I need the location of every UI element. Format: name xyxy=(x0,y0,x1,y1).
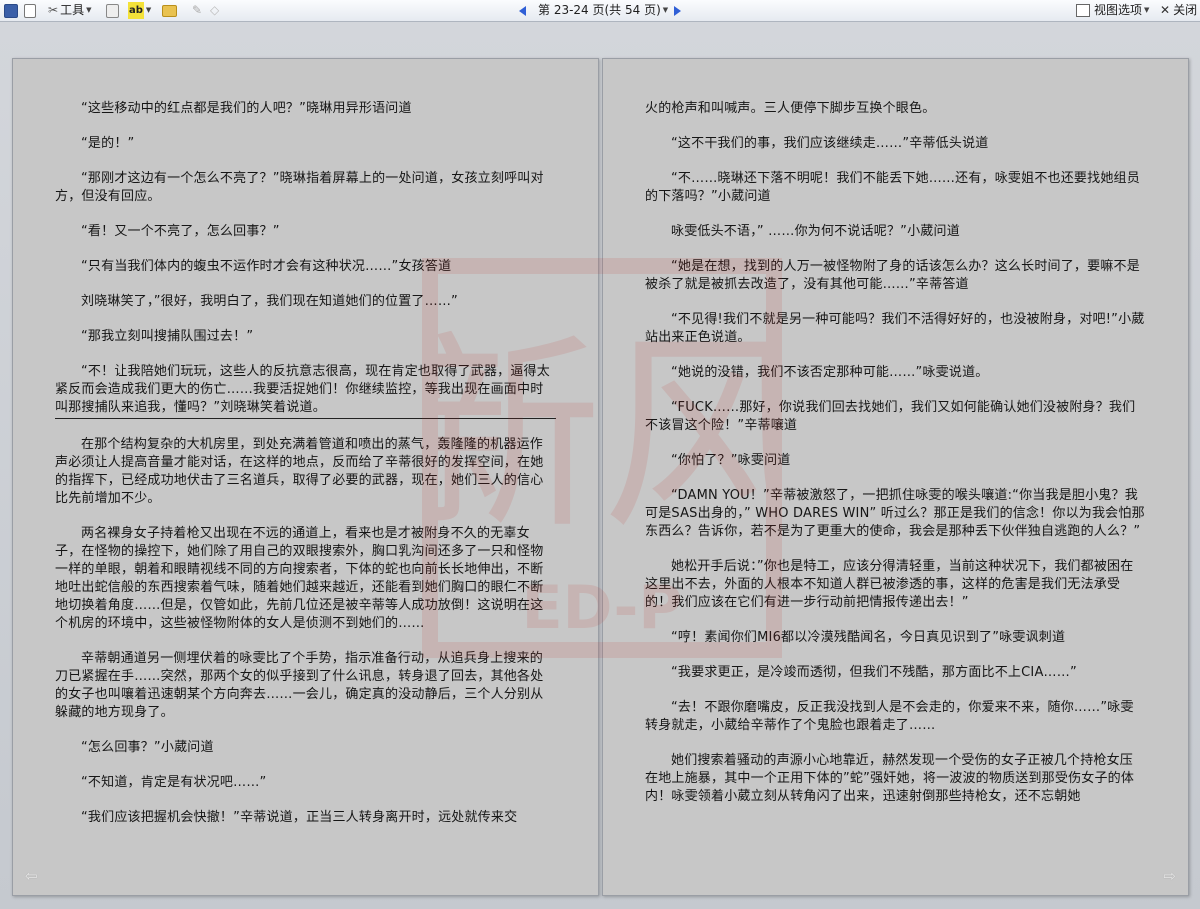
paragraph: 火的枪声和叫喊声。三人便停下脚步互换个眼色。 xyxy=(645,101,936,116)
paragraph: 两名裸身女子持着枪又出现在不远的通道上，看来也是才被附身不久的无辜女子，在怪物的… xyxy=(55,526,544,631)
close-label: 关闭 xyxy=(1173,3,1198,17)
left-page-text: “这些移动中的红点都是我们的人吧？”晓琳用异形语问道 “是的！” “那刚才这边有… xyxy=(55,100,556,844)
paragraph: “怎么回事？”小葳问道 xyxy=(81,740,214,755)
edit-button[interactable]: ✎ xyxy=(192,2,202,19)
right-page-text: 火的枪声和叫喊声。三人便停下脚步互换个眼色。 “这不干我们的事，我们应该继续走…… xyxy=(645,100,1146,823)
tools-icon: ✂ xyxy=(48,3,59,17)
reading-workspace: “这些移动中的红点都是我们的人吧？”晓琳用异形语问道 “是的！” “那刚才这边有… xyxy=(0,22,1200,909)
paragraph: “不……晓琳还下落不明呢！我们不能丢下她……还有，咏雯姐不也还要找她组员的下落吗… xyxy=(645,171,1140,204)
paragraph: 她们搜索着骚动的声源小心地靠近，赫然发现一个受伤的女子正被几个持枪女压在地上施暴… xyxy=(645,753,1135,804)
eraser-icon: ◇ xyxy=(210,3,220,17)
chevron-down-icon: ▼ xyxy=(145,6,152,14)
paragraph: 她松开手后说：”你也是特工，应该分得清轻重，当前这种状况下，我们都被困在这里出不… xyxy=(645,559,1134,610)
chevron-down-icon: ▼ xyxy=(1144,6,1150,14)
paragraph: “这不干我们的事，我们应该继续走……”辛蒂低头说道 xyxy=(671,136,989,151)
pencil-icon: ✎ xyxy=(192,3,203,17)
paragraph: “去！不跟你磨嘴皮，反正我没找到人是不会走的，你爱来不来，随你……”咏雯转身就走… xyxy=(645,700,1134,733)
paragraph: “我要求更正，是冷竣而透彻，但我们不残酷，那方面比不上CIA……” xyxy=(671,665,1077,680)
paragraph: “她说的没错，我们不该否定那种可能……”咏雯说道。 xyxy=(671,365,989,380)
paragraph: 刘晓琳笑了，”很好，我明白了，我们现在知道她们的位置了……” xyxy=(81,294,458,309)
view-options-label: 视图选项 xyxy=(1094,3,1143,17)
highlight-icon: ab xyxy=(128,2,144,19)
save-button[interactable] xyxy=(4,2,18,19)
next-page-icon xyxy=(674,5,681,16)
paragraph: “不见得!我们不就是另一种可能吗？我们不活得好好的，也没被附身，对吧!”小葳站出… xyxy=(645,312,1145,345)
paragraph: “那刚才这边有一个怎么不亮了？”晓琳指着屏幕上的一处问道，女孩立刻呼叫对方，但没… xyxy=(55,171,544,204)
chevron-down-icon: ▼ xyxy=(86,6,92,14)
toolbar: ✂ 工具 ▼ ab ▼ ✎ ◇ 第 23-24 页(共 54 页) ▼ 视图选项… xyxy=(0,0,1200,22)
research-icon xyxy=(106,3,119,18)
eraser-button[interactable]: ◇ xyxy=(210,2,219,19)
paragraph: “是的！” xyxy=(81,136,135,151)
folder-icon xyxy=(162,4,177,17)
close-button[interactable]: ✕ 关闭 xyxy=(1160,2,1197,19)
paragraph: “FUCK……那好，你说我们回去找她们，我们又如何能确认她们没被附身？我们不该冒… xyxy=(645,400,1136,433)
folder-button[interactable] xyxy=(162,2,177,19)
chevron-down-icon: ▼ xyxy=(662,6,669,14)
view-options-menu[interactable]: 视图选项 ▼ xyxy=(1076,2,1149,19)
close-icon: ✕ xyxy=(1160,3,1171,17)
paragraph: “那我立刻叫搜捕队围过去！” xyxy=(81,329,254,344)
paragraph: “你怕了？”咏雯问道 xyxy=(671,453,791,468)
paragraph: 在那个结构复杂的大机房里，到处充满着管道和喷出的蒸气，轰隆隆的机器运作声必须让人… xyxy=(55,437,544,506)
paragraph: 辛蒂朝通道另一侧埋伏着的咏雯比了个手势，指示准备行动，从追兵身上搜来的刀已紧握在… xyxy=(55,651,544,720)
page-indicator[interactable]: 第 23-24 页(共 54 页) ▼ xyxy=(538,2,668,19)
paragraph: “不！让我陪她们玩玩，这些人的反抗意志很高，现在肯定也取得了武器，逼得太紧反而会… xyxy=(55,363,556,419)
print-preview-button[interactable] xyxy=(24,2,36,19)
paragraph: 咏雯低头不语，” ……你为何不说话呢？”小葳问道 xyxy=(671,224,960,239)
highlight-button[interactable]: ab ▼ xyxy=(128,2,151,19)
tools-label: 工具 xyxy=(60,3,85,17)
previous-page-icon xyxy=(519,5,526,16)
paragraph: “只有当我们体内的蝮虫不运作时才会有这种状况……”女孩答道 xyxy=(81,259,452,274)
save-icon xyxy=(4,3,18,18)
right-page[interactable]: 火的枪声和叫喊声。三人便停下脚步互换个眼色。 “这不干我们的事，我们应该继续走…… xyxy=(602,58,1189,896)
previous-screen-arrow[interactable]: ⇦ xyxy=(25,867,38,885)
paragraph: “哼！素闻你们MI6都以冷漠残酷闻名，今日真见识到了”咏雯讽刺道 xyxy=(671,630,1066,645)
next-page-button[interactable] xyxy=(674,2,681,19)
tools-menu[interactable]: ✂ 工具 ▼ xyxy=(48,2,91,19)
next-screen-arrow[interactable]: ⇨ xyxy=(1163,867,1176,885)
paragraph: “这些移动中的红点都是我们的人吧？”晓琳用异形语问道 xyxy=(81,101,412,116)
research-button[interactable] xyxy=(106,2,119,19)
left-page[interactable]: “这些移动中的红点都是我们的人吧？”晓琳用异形语问道 “是的！” “那刚才这边有… xyxy=(12,58,599,896)
paragraph: “我们应该把握机会快撤！”辛蒂说道，正当三人转身离开时，远处就传来交 xyxy=(81,810,518,825)
view-options-icon xyxy=(1076,4,1090,17)
paragraph: “DAMN YOU！”辛蒂被激怒了，一把抓住咏雯的喉头嚷道:“你当我是胆小鬼？我… xyxy=(645,488,1145,539)
page-indicator-label: 第 23-24 页(共 54 页) xyxy=(538,3,661,17)
print-preview-icon xyxy=(24,3,36,18)
paragraph: “不知道，肯定是有状况吧……” xyxy=(81,775,267,790)
previous-page-button[interactable] xyxy=(519,2,526,19)
paragraph: “看！又一个不亮了，怎么回事？” xyxy=(81,224,280,239)
paragraph: “她是在想，找到的人万一被怪物附了身的话该怎么办？这么长时间了，要嘛不是被杀了就… xyxy=(645,259,1140,292)
